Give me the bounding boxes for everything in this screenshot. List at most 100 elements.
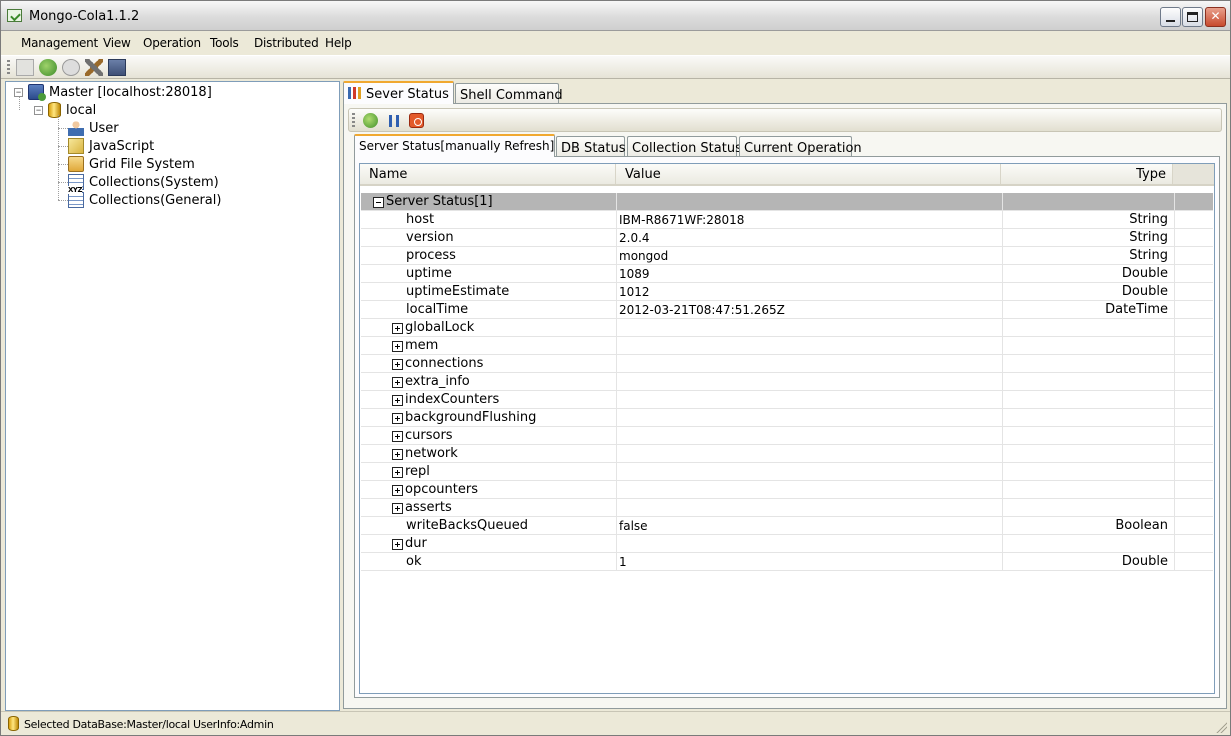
tab-sever-status[interactable]: Sever Status (343, 81, 454, 104)
expand-icon[interactable] (392, 503, 403, 514)
table-row[interactable]: globalLock (361, 319, 1213, 337)
tree-node-label: local (66, 102, 97, 118)
refresh-icon[interactable] (363, 113, 378, 128)
tree-line (58, 200, 68, 201)
menu-operation[interactable]: Operation (143, 36, 201, 50)
database-tree[interactable]: − Master [localhost:28018] − local User … (5, 81, 340, 711)
tree-node-javascript[interactable]: JavaScript (68, 137, 154, 155)
tree-node-user[interactable]: User (68, 119, 119, 137)
tree-node-grid-file-system[interactable]: Grid File System (68, 155, 195, 173)
disk-icon[interactable] (108, 59, 126, 76)
expand-icon[interactable] (392, 377, 403, 388)
stop-icon[interactable] (62, 59, 80, 76)
tree-line (58, 164, 68, 165)
close-button[interactable]: ✕ (1205, 7, 1226, 27)
expand-icon[interactable] (392, 485, 403, 496)
type-cell: Boolean (1002, 517, 1174, 534)
table-row[interactable]: uptime 1089 Double (361, 265, 1213, 283)
table-row[interactable]: asserts (361, 499, 1213, 517)
name-cell: indexCounters (361, 391, 617, 408)
subtab-collection-status[interactable]: Collection Status (627, 136, 742, 157)
column-header-name[interactable]: Name (360, 164, 616, 184)
group-row[interactable]: Server Status[1] (361, 193, 1213, 211)
tree-node-master[interactable]: Master [localhost:28018] (28, 83, 212, 101)
title-bar[interactable]: Mongo-Cola1.1.2 ✕ (1, 1, 1230, 31)
filler-cell (1174, 391, 1175, 408)
table-row[interactable]: backgroundFlushing (361, 409, 1213, 427)
document-icon[interactable] (16, 59, 34, 76)
table-row[interactable]: extra_info (361, 373, 1213, 391)
value-cell (619, 338, 1001, 354)
name-label: uptime (406, 266, 452, 281)
type-cell: Double (1002, 553, 1174, 570)
expand-icon[interactable] (392, 359, 403, 370)
table-row[interactable]: cursors (361, 427, 1213, 445)
name-label: host (406, 212, 435, 227)
maximize-button[interactable] (1182, 7, 1203, 27)
toolbar-grip[interactable] (7, 60, 10, 75)
type-cell (1002, 499, 1174, 516)
tree-node-label: User (89, 120, 119, 136)
column-header-value[interactable]: Value (616, 164, 1001, 184)
table-row[interactable]: repl (361, 463, 1213, 481)
tab-shell-command[interactable]: Shell Command (455, 83, 563, 103)
value-cell: IBM-R8671WF:28018 (619, 213, 745, 227)
subtab-server-status[interactable]: Server Status[manually Refresh] (354, 134, 555, 157)
expand-icon[interactable] (392, 539, 403, 550)
column-header-type[interactable]: Type (1001, 164, 1173, 184)
collapse-icon[interactable] (373, 197, 384, 208)
table-row[interactable]: version 2.0.4 String (361, 229, 1213, 247)
table-row[interactable]: mem (361, 337, 1213, 355)
subtab-current-operation[interactable]: Current Operation (739, 136, 862, 157)
group-label: Server Status[1] (386, 194, 493, 209)
server-status-grid[interactable]: Name Value Type Server Status[1] host IB… (359, 163, 1215, 694)
table-row[interactable]: host IBM-R8671WF:28018 String (361, 211, 1213, 229)
expand-icon[interactable] (392, 341, 403, 352)
table-row[interactable]: indexCounters (361, 391, 1213, 409)
expand-icon[interactable] (392, 431, 403, 442)
toolbar-grip[interactable] (352, 113, 355, 128)
tree-node-local[interactable]: local (48, 101, 96, 119)
menu-tools[interactable]: Tools (210, 36, 239, 50)
filler-cell (1174, 355, 1175, 372)
menu-distributed[interactable]: Distributed (254, 36, 319, 50)
menu-help[interactable]: Help (325, 36, 352, 50)
pause-icon[interactable] (389, 115, 399, 127)
connect-icon[interactable] (39, 59, 57, 76)
name-cell: writeBacksQueued (361, 517, 617, 534)
name-label: network (405, 446, 458, 461)
table-row[interactable]: process mongod String (361, 247, 1213, 265)
stop-refresh-icon[interactable] (409, 113, 424, 128)
tree-node-collections-system[interactable]: Collections(System) (68, 173, 219, 191)
table-row[interactable]: ok 1 Double (361, 553, 1213, 571)
name-cell: repl (361, 463, 617, 480)
menu-management[interactable]: Management (21, 36, 98, 50)
subtab-db-status[interactable]: DB Status (556, 136, 626, 157)
main-toolbar (1, 55, 1230, 79)
type-cell (1002, 337, 1174, 354)
minimize-button[interactable] (1160, 7, 1181, 27)
expand-icon[interactable] (392, 449, 403, 460)
resize-grip-icon[interactable] (1215, 721, 1227, 733)
tree-collapse-icon[interactable]: − (34, 106, 43, 115)
tree-node-collections-general[interactable]: Collections(General) (68, 186, 221, 209)
table-row[interactable]: network (361, 445, 1213, 463)
expand-icon[interactable] (392, 413, 403, 424)
table-row[interactable]: opcounters (361, 481, 1213, 499)
table-row[interactable]: connections (361, 355, 1213, 373)
expand-icon[interactable] (392, 395, 403, 406)
name-cell: host (361, 211, 617, 228)
tree-collapse-icon[interactable]: − (14, 88, 23, 97)
table-row[interactable]: uptimeEstimate 1012 Double (361, 283, 1213, 301)
name-label: extra_info (405, 374, 470, 389)
expand-icon[interactable] (392, 323, 403, 334)
table-row[interactable]: writeBacksQueued false Boolean (361, 517, 1213, 535)
filler-cell (1174, 517, 1175, 534)
expand-icon[interactable] (392, 467, 403, 478)
name-cell: globalLock (361, 319, 617, 336)
tools-icon[interactable] (85, 59, 103, 76)
menu-view[interactable]: View (103, 36, 131, 50)
table-row[interactable]: dur (361, 535, 1213, 553)
table-row[interactable]: localTime 2012-03-21T08:47:51.265Z DateTim… (361, 301, 1213, 319)
tab-label: Shell Command (460, 88, 563, 103)
